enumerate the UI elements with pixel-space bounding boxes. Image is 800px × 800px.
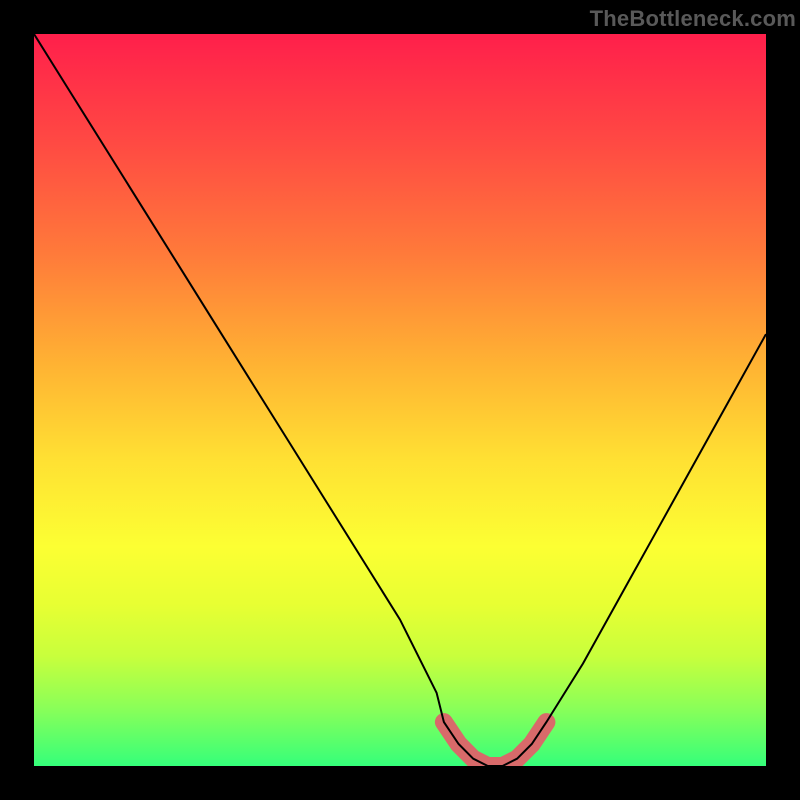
chart-frame: TheBottleneck.com: [0, 0, 800, 800]
watermark-label: TheBottleneck.com: [590, 6, 796, 32]
plot-area: [34, 34, 766, 766]
bottleneck-curve-line: [34, 34, 766, 766]
curve-svg: [34, 34, 766, 766]
